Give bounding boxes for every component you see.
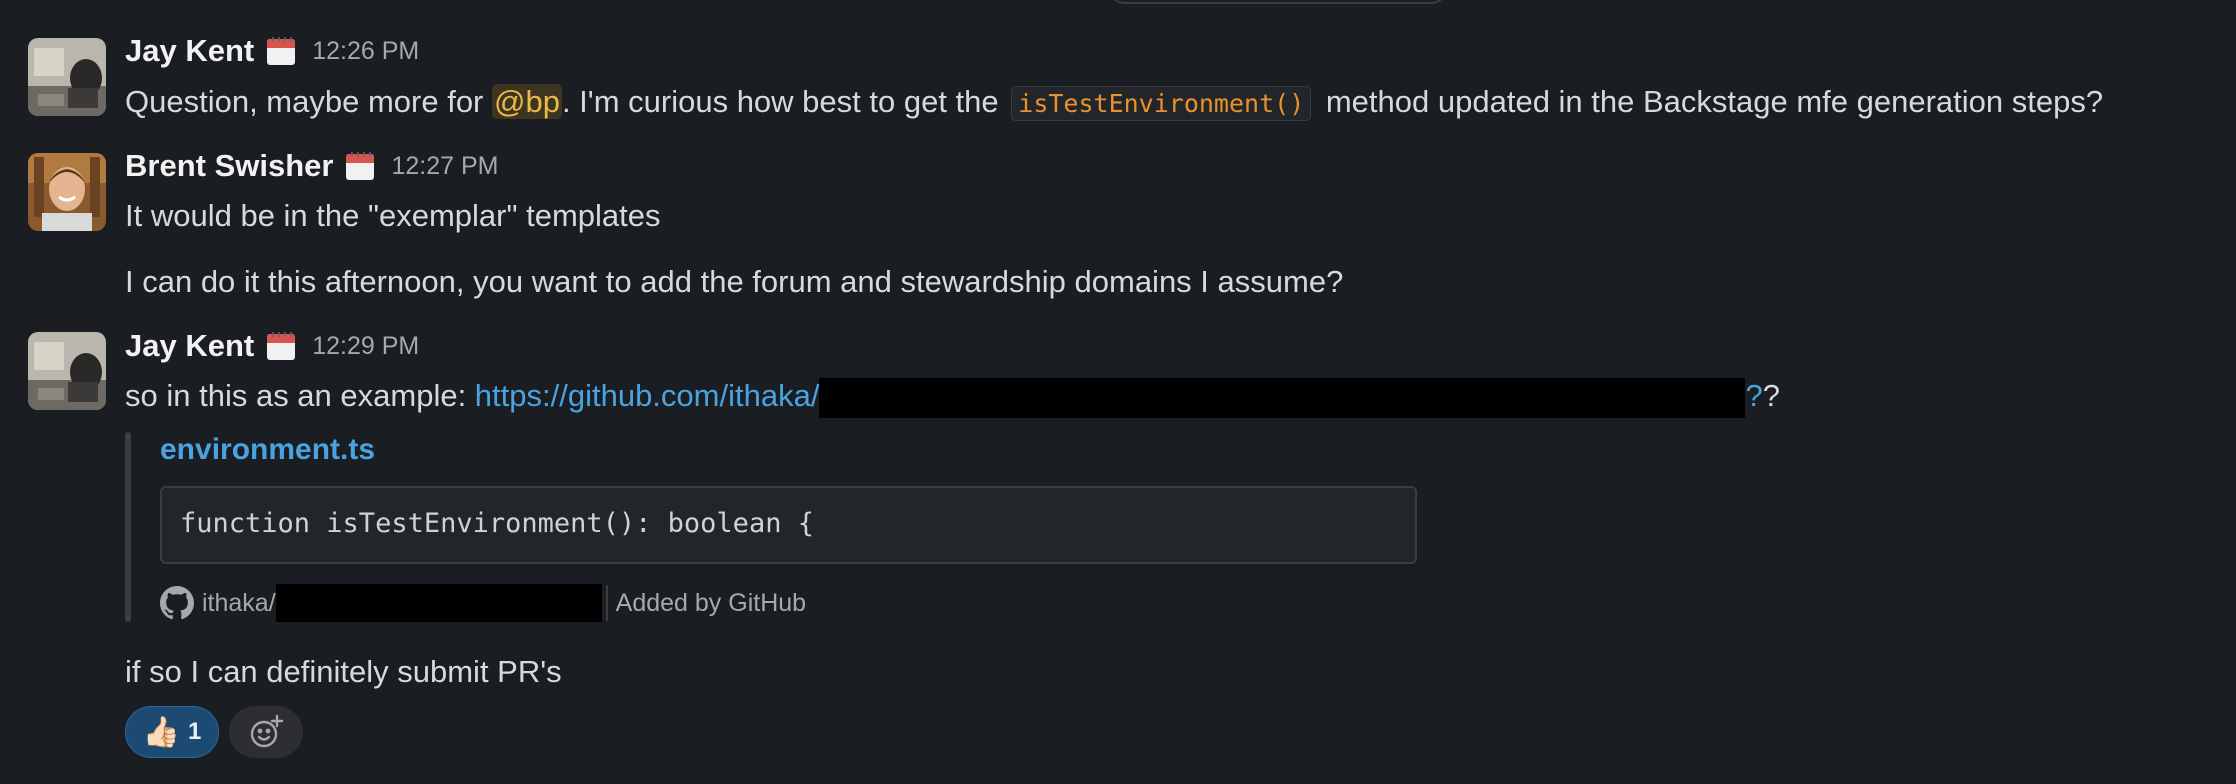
add-reaction-button[interactable] — [229, 706, 303, 758]
repo-name[interactable]: ithaka/ — [202, 589, 276, 618]
github-icon — [160, 586, 194, 620]
calendar-icon — [266, 331, 296, 361]
timestamp[interactable]: 12:29 PM — [312, 332, 419, 361]
footer-divider — [605, 585, 608, 621]
calendar-icon — [266, 36, 296, 66]
added-by-label: Added by GitHub — [615, 588, 807, 617]
attachment-bar — [125, 432, 131, 622]
user-mention[interactable]: @bp — [492, 84, 562, 119]
date-divider-pill[interactable] — [1108, 0, 1448, 4]
text-segment: method updated in the Backstage mfe gene… — [1317, 84, 2104, 119]
timestamp[interactable]: 12:26 PM — [312, 37, 419, 66]
message-text-line-2: I can do it this afternoon, you want to … — [125, 264, 1344, 299]
code-snippet: function isTestEnvironment(): boolean { — [160, 486, 1417, 564]
github-link[interactable]: https://github.com/ithaka/? — [475, 378, 1763, 418]
avatar-brent-swisher[interactable] — [28, 153, 106, 231]
reaction-count: 1 — [188, 718, 202, 745]
text-segment: . I'm curious how best to get the — [561, 84, 1008, 119]
redacted-block — [275, 584, 602, 622]
text-segment: ? — [1762, 378, 1780, 414]
redacted-block — [819, 378, 1746, 418]
attachment-footer: ithaka/ Added by GitHub — [160, 584, 806, 622]
author-name[interactable]: Jay Kent — [125, 33, 254, 69]
link-text[interactable]: https://github.com/ithaka/ — [475, 378, 820, 413]
reactions-bar: 👍🏻 1 — [125, 706, 303, 758]
thumbs-up-icon: 👍🏻 — [142, 715, 180, 749]
timestamp[interactable]: 12:27 PM — [391, 152, 498, 181]
text-segment: Question, maybe more for — [125, 84, 492, 119]
calendar-icon — [345, 151, 375, 181]
avatar-jay-kent[interactable] — [28, 38, 106, 116]
followup-text: if so I can definitely submit PR's — [125, 654, 562, 689]
message-text: so in this as an example: https://github… — [125, 378, 1780, 418]
inline-code: isTestEnvironment() — [1011, 86, 1312, 121]
message-text-line-1: It would be in the "exemplar" templates — [125, 198, 661, 233]
message-text: Question, maybe more for @bp. I'm curiou… — [125, 84, 2104, 121]
reaction-thumbs-up[interactable]: 👍🏻 1 — [125, 706, 219, 758]
add-reaction-icon — [247, 713, 285, 751]
attachment-title-link[interactable]: environment.ts — [160, 433, 375, 467]
link-text-end[interactable]: ? — [1745, 378, 1762, 413]
author-name[interactable]: Jay Kent — [125, 328, 254, 364]
text-segment: so in this as an example: — [125, 378, 475, 414]
author-name[interactable]: Brent Swisher — [125, 148, 333, 184]
avatar-jay-kent[interactable] — [28, 332, 106, 410]
